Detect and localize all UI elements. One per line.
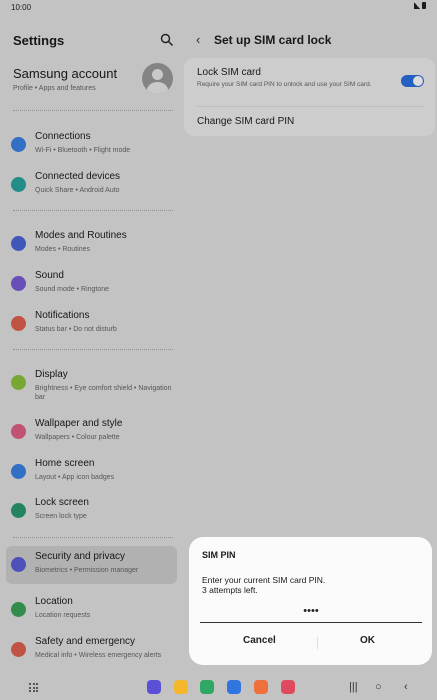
sidebar-item-label: Wallpaper and style — [35, 418, 123, 429]
sun-icon — [11, 375, 26, 390]
sidebar-item-label: Connections — [35, 131, 91, 142]
sidebar-item-notifications[interactable]: Notifications Status bar • Do not disturb — [6, 305, 177, 343]
search-icon[interactable] — [160, 33, 174, 47]
sidebar-item-sub: Screen lock type — [35, 513, 87, 520]
signal-icon — [414, 2, 420, 9]
sidebar-item-sub: Quick Share • Android Auto — [35, 187, 120, 194]
bell-icon — [11, 316, 26, 331]
sidebar-item-label: Location — [35, 596, 73, 607]
sidebar-item-security-and-privacy[interactable]: Security and privacy Biometrics • Permiss… — [6, 546, 177, 584]
lock-sim-card-label: Lock SIM card — [197, 67, 261, 78]
home-icon[interactable]: ○ — [375, 681, 382, 693]
divider — [13, 110, 173, 111]
divider — [197, 106, 423, 107]
sim-pin-dialog: SIM PIN Enter your current SIM card PIN.… — [189, 537, 432, 665]
dialog-attempts: 3 attempts left. — [202, 585, 258, 595]
sidebar-item-label: Home screen — [35, 458, 95, 469]
check-circle-icon — [11, 236, 26, 251]
recents-icon[interactable]: ||| — [349, 681, 358, 693]
ok-button[interactable]: OK — [360, 635, 375, 646]
location-pin-icon — [11, 602, 26, 617]
dock-app-messages-icon[interactable] — [227, 680, 241, 694]
pin-input[interactable] — [200, 599, 422, 623]
dock-app-phone-icon[interactable] — [200, 680, 214, 694]
lock-sim-card-desc: Require your SIM card PIN to unlock and … — [197, 81, 372, 88]
sidebar-item-connected-devices[interactable]: Connected devices Quick Share • Android A… — [6, 166, 177, 204]
sidebar-item-wallpaper-and-style[interactable]: Wallpaper and style Wallpapers • Colour p… — [6, 413, 177, 451]
sidebar-item-sub: Medical info • Wireless emergency alerts — [35, 652, 162, 659]
sidebar-item-label: Safety and emergency — [35, 636, 136, 647]
sidebar-item-sub: Modes • Routines — [35, 246, 90, 253]
dock-app-contacts-icon[interactable] — [254, 680, 268, 694]
sidebar-item-sound[interactable]: Sound Sound mode • Ringtone — [6, 265, 177, 303]
dock-app-camera-icon[interactable] — [281, 680, 295, 694]
sidebar-item-display[interactable]: Display Brightness • Eye comfort shield •… — [6, 364, 177, 402]
image-icon — [11, 424, 26, 439]
shield-icon — [11, 557, 26, 572]
sidebar-item-connections[interactable]: Connections Wi-Fi • Bluetooth • Flight mo… — [6, 126, 177, 164]
dialog-message: Enter your current SIM card PIN. 3 attem… — [202, 575, 422, 595]
sidebar-item-home-screen[interactable]: Home screen Layout • App icon badges — [6, 453, 177, 491]
sidebar-item-label: Security and privacy — [35, 551, 126, 562]
apps-grid-icon[interactable] — [29, 683, 38, 692]
home-icon — [11, 464, 26, 479]
change-sim-pin-item[interactable]: Change SIM card PIN — [197, 116, 294, 127]
sidebar-item-lock-screen[interactable]: Lock screen Screen lock type — [6, 492, 177, 530]
sidebar-item-safety-and-emergency[interactable]: Safety and emergency Medical info • Wirel… — [6, 631, 177, 669]
sidebar-item-sub: Brightness • Eye comfort shield • Naviga… — [35, 385, 172, 401]
sidebar-item-modes-and-routines[interactable]: Modes and Routines Modes • Routines — [6, 225, 177, 263]
back-button[interactable]: ‹ — [196, 32, 200, 47]
speaker-icon — [11, 276, 26, 291]
sidebar-item-sub: Sound mode • Ringtone — [35, 286, 110, 293]
sidebar-item-label: Notifications — [35, 310, 90, 321]
lock-icon — [11, 503, 26, 518]
sidebar-item-label: Connected devices — [35, 171, 121, 182]
sidebar-item-location[interactable]: Location Location requests — [6, 591, 177, 629]
dock-app-internet-icon[interactable] — [147, 680, 161, 694]
status-icons — [414, 2, 426, 9]
dock-app-files-icon[interactable] — [174, 680, 188, 694]
lock-sim-card-row[interactable]: Lock SIM card Require your SIM card PIN … — [197, 67, 382, 89]
sidebar-item-sub: Layout • App icon badges — [35, 474, 115, 481]
sidebar-item-sub: Wallpapers • Colour palette — [35, 434, 120, 441]
page-title: Set up SIM card lock — [214, 33, 332, 47]
sidebar-item-label: Display — [35, 369, 68, 380]
sidebar-item-label: Modes and Routines — [35, 230, 127, 241]
navigation-bar: ||| ○ ‹ — [0, 675, 437, 700]
back-nav-icon[interactable]: ‹ — [404, 681, 408, 693]
devices-icon — [11, 177, 26, 192]
dialog-message-line: Enter your current SIM card PIN. — [202, 575, 326, 585]
divider — [13, 349, 173, 350]
sidebar-item-sub: Biometrics • Permission manager — [35, 567, 139, 574]
cancel-button[interactable]: Cancel — [243, 635, 276, 646]
emergency-icon — [11, 642, 26, 657]
sidebar-item-label: Lock screen — [35, 497, 89, 508]
divider — [13, 537, 173, 538]
sidebar-item-label: Sound — [35, 270, 64, 281]
battery-icon — [422, 2, 426, 9]
dialog-title: SIM PIN — [202, 550, 236, 560]
sidebar-item-sub: Wi-Fi • Bluetooth • Flight mode — [35, 147, 131, 154]
sidebar-item-sub: Status bar • Do not disturb — [35, 326, 117, 333]
page-title: Settings — [13, 33, 65, 48]
button-separator — [317, 637, 318, 649]
lock-sim-toggle[interactable] — [401, 75, 424, 87]
sidebar-item-sub: Location requests — [35, 612, 91, 619]
divider — [13, 210, 173, 211]
wifi-icon — [11, 137, 26, 152]
avatar[interactable] — [142, 63, 173, 94]
